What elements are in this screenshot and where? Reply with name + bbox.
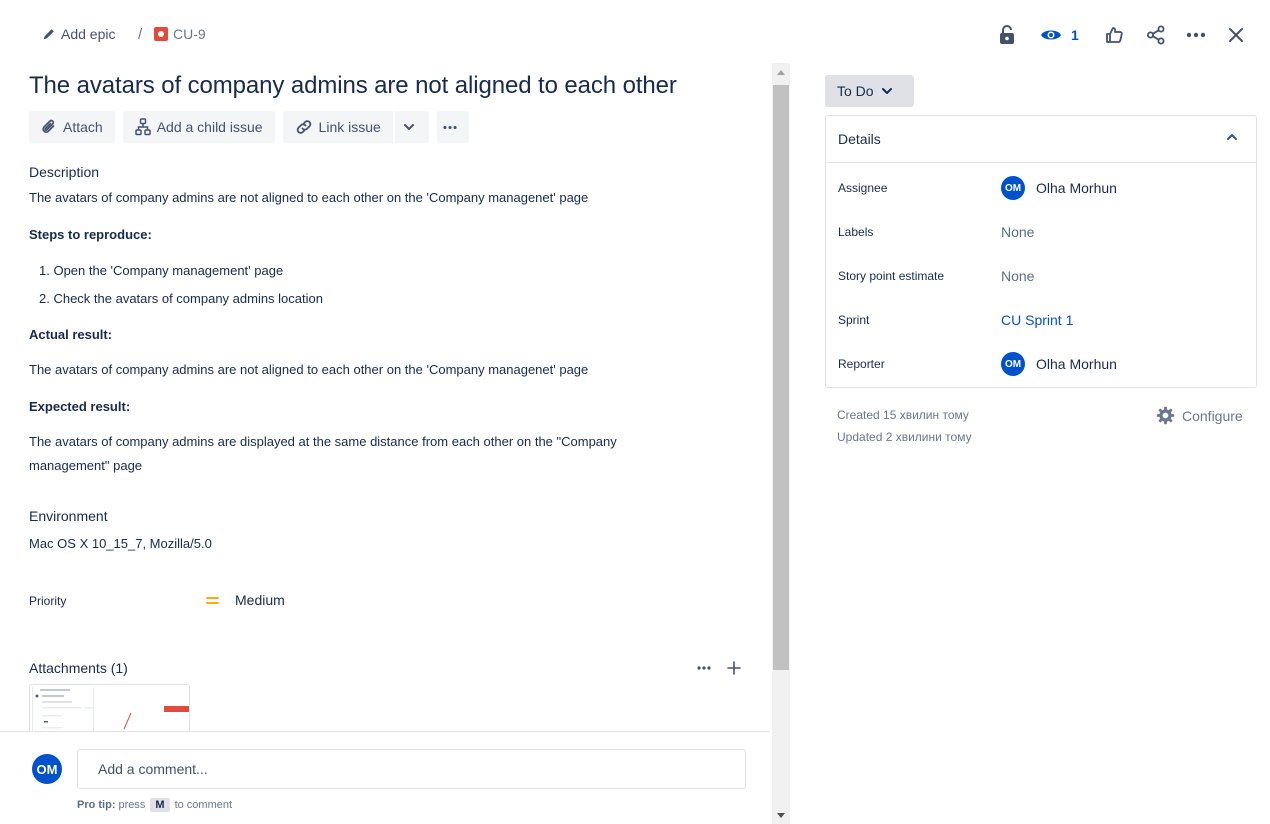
more-actions-button[interactable] (1185, 22, 1207, 48)
issue-key: CU-9 (173, 26, 206, 42)
sprint-link[interactable]: CU Sprint 1 (1001, 312, 1073, 328)
share-icon (1147, 25, 1165, 45)
close-icon (1229, 28, 1243, 42)
issue-main-panel: The avatars of company admins are not al… (0, 62, 770, 824)
actual-result-heading: Actual result: (29, 327, 113, 342)
step-item: 2. Check the avatars of company admins l… (39, 291, 323, 306)
more-icon (443, 125, 457, 129)
gear-icon (1156, 406, 1175, 425)
avatar: OM (1001, 352, 1025, 376)
priority-medium-icon (206, 595, 219, 606)
lock-button[interactable] (996, 22, 1018, 48)
chevron-down-icon (881, 88, 892, 94)
environment-text[interactable]: Mac OS X 10_15_7, Mozilla/5.0 (29, 532, 212, 556)
add-child-issue-label: Add a child issue (156, 119, 263, 135)
attachment-preview-image (30, 685, 189, 732)
issue-title[interactable]: The avatars of company admins are not al… (29, 72, 677, 100)
sprint-label: Sprint (838, 313, 870, 327)
shortcut-key: M (150, 798, 170, 812)
configure-label: Configure (1182, 407, 1243, 424)
updated-timestamp: Updated 2 хвилини тому (837, 430, 972, 444)
close-button[interactable] (1225, 22, 1247, 48)
reporter-value[interactable]: OM Olha Morhun (1001, 352, 1117, 376)
pro-tip: Pro tip: press M to comment (77, 798, 232, 812)
reporter-name: Olha Morhun (1036, 356, 1117, 372)
scroll-up-arrow[interactable] (777, 70, 785, 75)
bug-icon (154, 27, 168, 41)
breadcrumb-separator: / (138, 26, 143, 43)
priority-value[interactable]: Medium (235, 592, 285, 608)
status-dropdown[interactable]: To Do (825, 75, 914, 107)
paperclip-icon (42, 119, 55, 133)
more-icon (1186, 32, 1206, 38)
lock-icon (1000, 25, 1014, 44)
created-timestamp: Created 15 хвилин тому (837, 408, 969, 422)
vote-button[interactable] (1103, 22, 1125, 48)
link-issue-button[interactable]: Link issue (282, 111, 393, 143)
link-icon (296, 120, 311, 134)
assignee-value[interactable]: OM Olha Morhun (1001, 176, 1117, 200)
link-issue-dropdown[interactable] (392, 111, 429, 143)
pro-tip-press: press (118, 799, 146, 811)
attach-button[interactable]: Attach (29, 111, 115, 143)
eye-icon (1041, 30, 1061, 40)
scroll-thumb[interactable] (773, 85, 789, 670)
labels-label: Labels (838, 225, 874, 239)
add-epic-link[interactable]: Add epic (42, 26, 115, 42)
comment-input[interactable] (77, 749, 746, 789)
assignee-name: Olha Morhun (1036, 180, 1117, 196)
assignee-label: Assignee (838, 181, 888, 195)
actual-result-text: The avatars of company admins are not al… (29, 362, 589, 377)
environment-label: Environment (29, 508, 108, 524)
pro-tip-suffix: to comment (174, 799, 233, 811)
chevron-down-icon (403, 124, 414, 130)
attachment-thumbnail[interactable] (29, 684, 190, 732)
pencil-icon (43, 29, 54, 40)
comment-section: OM Pro tip: press M to comment (0, 731, 770, 824)
configure-button[interactable]: Configure (1156, 406, 1243, 425)
story-points-value[interactable]: None (1001, 268, 1034, 284)
labels-value[interactable]: None (1001, 224, 1034, 240)
story-points-label: Story point estimate (838, 269, 945, 283)
expected-result-text: The avatars of company admins are displa… (29, 434, 617, 473)
issue-key-link[interactable]: CU-9 (154, 26, 206, 42)
more-icon (697, 666, 711, 670)
avatar: OM (32, 754, 62, 784)
chevron-up-icon (1227, 134, 1237, 140)
details-panel: Details Assignee OM Olha Morhun Labels N… (825, 115, 1257, 388)
add-attachment-button[interactable] (724, 658, 744, 678)
thumbs-up-icon (1106, 27, 1123, 43)
watch-count: 1 (1071, 27, 1079, 43)
plus-icon (727, 661, 741, 675)
details-header[interactable]: Details (826, 116, 1256, 163)
step-item: 1. Open the 'Company management' page (39, 263, 284, 278)
description-text[interactable]: The avatars of company admins are not al… (29, 186, 588, 210)
details-title: Details (838, 131, 881, 147)
top-bar: Add epic / CU-9 1 (0, 0, 1270, 70)
pro-tip-label: Pro tip: (77, 799, 116, 811)
expected-result-heading: Expected result: (29, 399, 131, 414)
scroll-down-arrow[interactable] (777, 813, 785, 818)
avatar: OM (1001, 176, 1025, 200)
add-child-issue-button[interactable]: Add a child issue (122, 111, 275, 143)
attachments-more-button[interactable] (694, 658, 714, 678)
priority-label: Priority (29, 594, 67, 608)
add-epic-label: Add epic (61, 26, 116, 42)
steps-heading: Steps to reproduce: (29, 227, 152, 242)
description-label: Description (29, 164, 100, 180)
more-issue-actions-button[interactable] (436, 111, 469, 143)
attach-label: Attach (63, 119, 103, 135)
link-issue-label: Link issue (318, 119, 381, 135)
watch-button[interactable]: 1 (1040, 22, 1082, 48)
issue-action-buttons: Attach Add a child issue Link issue (29, 111, 477, 143)
child-issue-icon (134, 118, 151, 136)
reporter-label: Reporter (838, 357, 885, 371)
attachments-label: Attachments (1) (29, 660, 128, 676)
status-label: To Do (837, 83, 874, 99)
share-button[interactable] (1145, 22, 1167, 48)
scrollbar[interactable] (772, 63, 790, 824)
